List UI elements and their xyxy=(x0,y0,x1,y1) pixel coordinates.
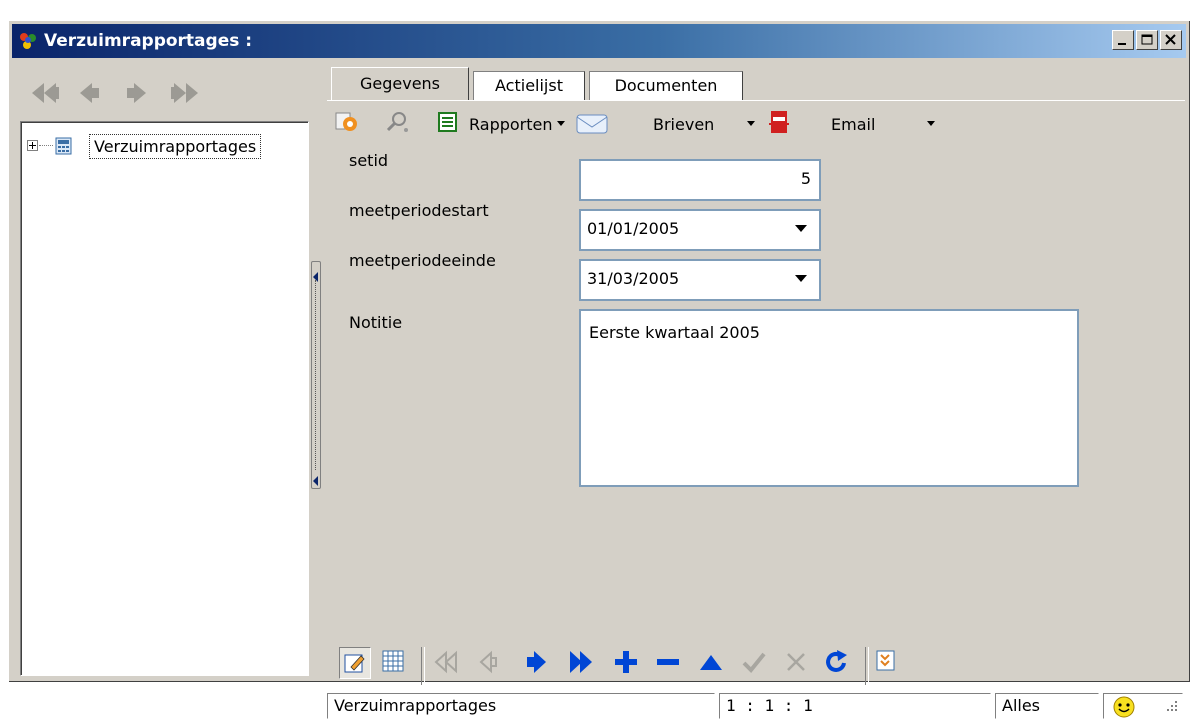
save-checkmark-icon[interactable] xyxy=(741,649,767,679)
tree-view[interactable]: Verzuimrapportages xyxy=(20,121,309,676)
navigation-panel: Verzuimrapportages xyxy=(12,61,311,678)
edit-record-icon[interactable] xyxy=(333,109,359,139)
maximize-button[interactable] xyxy=(1136,30,1158,50)
next-record-icon[interactable] xyxy=(124,81,148,109)
first-record-icon[interactable] xyxy=(433,649,463,679)
rapporten-dropdown-icon[interactable] xyxy=(557,121,565,126)
add-record-icon[interactable] xyxy=(613,649,639,679)
last-record-icon[interactable] xyxy=(170,81,200,109)
collapse-left-icon[interactable] xyxy=(313,472,319,490)
setid-field[interactable]: 5 xyxy=(579,159,821,201)
expand-icon[interactable] xyxy=(27,140,38,151)
meetperiodeeinde-value: 31/03/2005 xyxy=(587,269,680,288)
tab-documenten[interactable]: Documenten xyxy=(589,71,743,101)
edit-up-icon[interactable] xyxy=(697,649,725,679)
meetperiodestart-date-picker[interactable]: 01/01/2005 xyxy=(579,209,821,251)
toolbar-separator xyxy=(865,647,869,685)
email-dropdown-icon[interactable] xyxy=(927,121,935,126)
status-indicator xyxy=(1103,693,1183,719)
setid-label: setid xyxy=(349,151,389,170)
notitie-label: Notitie xyxy=(349,313,403,332)
collapse-icon[interactable] xyxy=(875,649,897,677)
notitie-textarea[interactable]: Eerste kwartaal 2005 xyxy=(579,309,1079,487)
calculator-icon xyxy=(55,137,73,159)
splitter-grip xyxy=(315,280,317,470)
status-bar: Verzuimrapportages 1 : 1 : 1 Alles xyxy=(327,691,1185,719)
tree-connector xyxy=(39,145,53,146)
rapporten-button[interactable]: Rapporten xyxy=(469,115,553,134)
brieven-button[interactable]: Brieven xyxy=(653,115,714,134)
refresh-icon[interactable] xyxy=(823,649,851,679)
first-record-icon[interactable] xyxy=(30,81,60,109)
tab-actielijst[interactable]: Actielijst xyxy=(473,71,585,101)
search-icon[interactable] xyxy=(385,109,411,139)
last-record-icon[interactable] xyxy=(567,649,597,679)
previous-record-icon[interactable] xyxy=(477,649,501,679)
detail-panel: Gegevens Actielijst Documenten Rapporten xyxy=(327,61,1185,719)
meetperiodeeinde-date-picker[interactable]: 31/03/2005 xyxy=(579,259,821,301)
form-view-button[interactable] xyxy=(339,647,371,679)
mailbox-icon[interactable] xyxy=(767,109,793,141)
setid-value: 5 xyxy=(800,169,811,188)
status-table-name: Verzuimrapportages xyxy=(327,693,715,719)
brieven-dropdown-icon[interactable] xyxy=(747,121,755,126)
delete-record-icon[interactable] xyxy=(655,649,681,679)
tab-gegevens[interactable]: Gegevens xyxy=(331,67,469,101)
meetperiodeeinde-label: meetperiodeeinde xyxy=(349,251,496,270)
report-icon[interactable] xyxy=(435,109,461,139)
application-window: Verzuimrapportages : Verzuimrapportages … xyxy=(8,20,1189,719)
action-toolbar: Rapporten Brieven Email xyxy=(327,101,1185,141)
panel-splitter[interactable] xyxy=(311,261,321,489)
pencil-edit-icon xyxy=(344,652,366,678)
meetperiodestart-value: 01/01/2005 xyxy=(587,219,680,238)
status-record-position: 1 : 1 : 1 xyxy=(719,693,991,719)
previous-record-icon[interactable] xyxy=(78,81,102,109)
close-button[interactable] xyxy=(1160,30,1182,50)
grid-view-icon[interactable] xyxy=(381,649,405,677)
record-toolbar xyxy=(327,641,1185,685)
app-logo-icon xyxy=(18,31,38,51)
meetperiodestart-label: meetperiodestart xyxy=(349,201,489,220)
status-filter: Alles xyxy=(995,693,1099,719)
tree-node-label[interactable]: Verzuimrapportages xyxy=(89,134,262,159)
title-bar[interactable]: Verzuimrapportages : xyxy=(12,24,1186,58)
chevron-down-icon[interactable] xyxy=(795,275,807,282)
toolbar-separator xyxy=(421,647,425,685)
chevron-down-icon[interactable] xyxy=(795,225,807,232)
cancel-icon[interactable] xyxy=(783,649,809,679)
minimize-button[interactable] xyxy=(1112,30,1134,50)
resize-grip-icon[interactable] xyxy=(1166,697,1178,716)
notitie-value: Eerste kwartaal 2005 xyxy=(589,323,760,342)
email-button[interactable]: Email xyxy=(831,115,875,134)
window-title: Verzuimrapportages : xyxy=(44,31,253,51)
envelope-icon[interactable] xyxy=(575,109,609,139)
tab-content-gegevens: Rapporten Brieven Email setid 5 meetperi… xyxy=(327,100,1185,719)
smiley-icon xyxy=(1112,695,1136,723)
next-record-icon[interactable] xyxy=(525,649,549,679)
